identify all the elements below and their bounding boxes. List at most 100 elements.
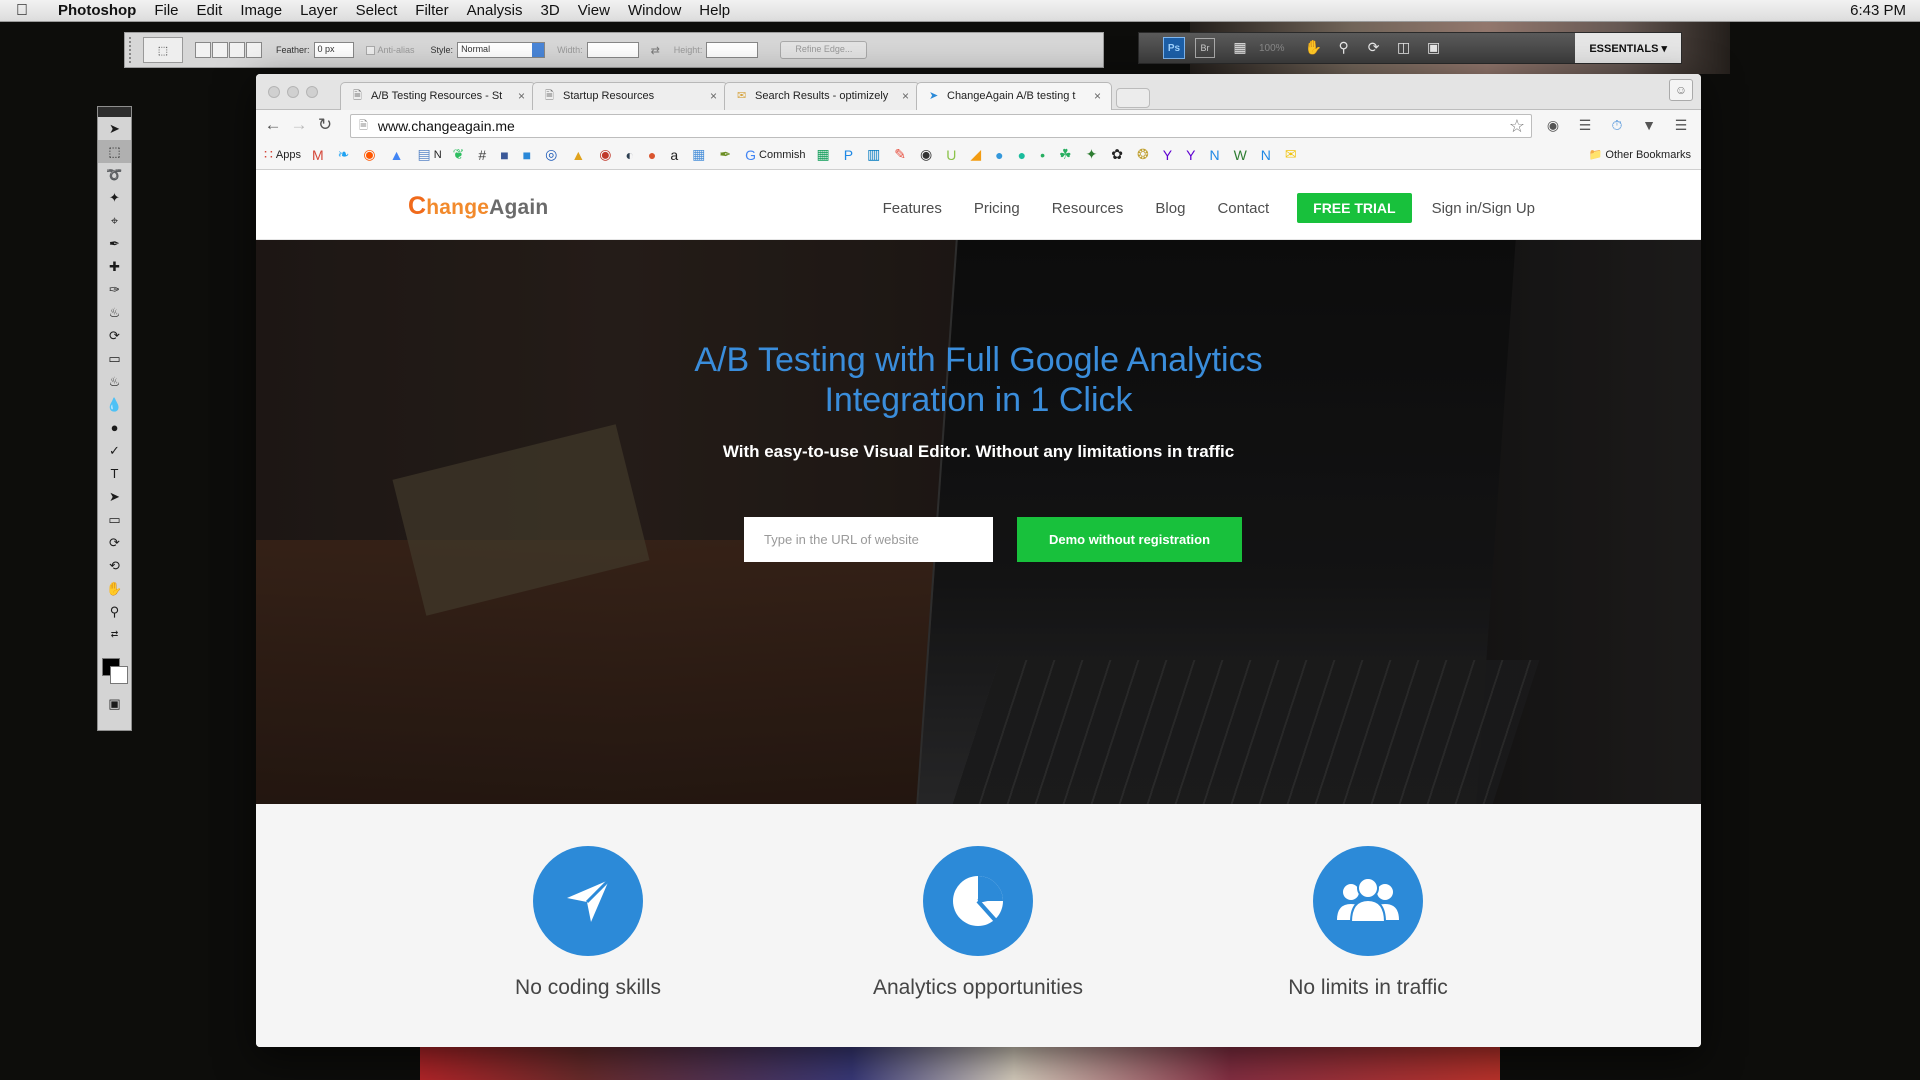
menu-analysis[interactable]: Analysis — [467, 2, 523, 19]
move-tool-icon[interactable]: ➤ — [98, 117, 131, 140]
menu-window[interactable]: Window — [628, 2, 681, 19]
dodge-tool-icon[interactable]: ● — [98, 416, 131, 439]
view-extras-icon[interactable]: ▦ — [1229, 39, 1251, 57]
paint-bucket-tool-icon[interactable]: ♨ — [98, 370, 131, 393]
demo-button[interactable]: Demo without registration — [1017, 517, 1242, 562]
profile-button[interactable]: ☺ — [1669, 79, 1693, 101]
menu-view[interactable]: View — [578, 2, 610, 19]
bookmark-item[interactable]: U — [946, 147, 959, 163]
menu-select[interactable]: Select — [356, 2, 398, 19]
bookmark-item[interactable]: Y — [1163, 147, 1175, 163]
hand-tool-icon[interactable]: ✋ — [98, 577, 131, 600]
crop-tool-icon[interactable]: ⌖ — [98, 209, 131, 232]
bookmark-item[interactable]: ◢ — [970, 146, 984, 163]
type-tool-icon[interactable]: T — [98, 462, 131, 485]
bookmark-item[interactable]: ▦ — [816, 146, 832, 163]
extension-pocket-icon[interactable]: ▼ — [1638, 114, 1660, 136]
clone-stamp-tool-icon[interactable]: ♨ — [98, 301, 131, 324]
close-window-button[interactable] — [268, 86, 280, 98]
subtract-selection-icon[interactable] — [229, 42, 245, 58]
swap-colors-icon[interactable]: ⇄ — [98, 623, 131, 646]
swap-dimensions-icon[interactable]: ⇄ — [651, 44, 660, 57]
extension-compass-icon[interactable]: ◉ — [1542, 114, 1564, 136]
lasso-tool-icon[interactable]: ➰ — [98, 163, 131, 186]
bookmark-item[interactable]: ❦ — [453, 146, 468, 163]
brush-tool-icon[interactable]: ✑ — [98, 278, 131, 301]
menu-file[interactable]: File — [154, 2, 178, 19]
photoshop-logo[interactable]: Ps — [1163, 37, 1185, 59]
arrange-documents-icon[interactable]: ◫ — [1393, 39, 1415, 57]
extension-buffer-icon[interactable]: ☰ — [1574, 114, 1596, 136]
bookmark-item[interactable]: ✿ — [1111, 146, 1126, 163]
path-selection-tool-icon[interactable]: ➤ — [98, 485, 131, 508]
bookmark-item[interactable]: ∷ Apps — [264, 146, 301, 163]
zoom-window-button[interactable] — [306, 86, 318, 98]
reload-icon[interactable]: ↻ — [312, 115, 338, 135]
bookmark-item[interactable]: N — [1261, 147, 1274, 163]
minimize-window-button[interactable] — [287, 86, 299, 98]
width-input[interactable] — [586, 42, 639, 58]
bookmark-item[interactable]: ◐ — [625, 147, 636, 163]
screen-mode-icon[interactable]: ▣ — [1423, 39, 1445, 57]
bookmark-item[interactable]: ❧ — [338, 146, 353, 163]
bookmark-item[interactable]: • — [1040, 147, 1048, 163]
bookmark-item[interactable]: ▥ — [867, 146, 883, 163]
nav-resources[interactable]: Resources — [1052, 200, 1124, 217]
bookmark-item[interactable]: ▲ — [390, 147, 407, 163]
bookmark-item[interactable]: ◉ — [363, 146, 378, 163]
apple-icon[interactable]:  — [16, 2, 36, 20]
hand-tool-icon[interactable]: ✋ — [1303, 39, 1325, 57]
bookmark-item[interactable]: ● — [648, 147, 659, 163]
nav-pricing[interactable]: Pricing — [974, 200, 1020, 217]
nav-contact[interactable]: Contact — [1217, 200, 1269, 217]
bridge-button[interactable]: Br — [1195, 38, 1215, 58]
close-tab-icon[interactable]: × — [1094, 90, 1101, 102]
antialias-checkbox[interactable] — [365, 45, 375, 55]
menubar-clock[interactable]: 6:43 PM — [1850, 2, 1906, 19]
marquee-tool-icon[interactable]: ⬚ — [98, 140, 131, 163]
nav-features[interactable]: Features — [883, 200, 942, 217]
chrome-menu-icon[interactable]: ☰ — [1670, 114, 1692, 136]
bookmark-item[interactable]: ✦ — [1086, 146, 1101, 163]
3d-orbit-tool-icon[interactable]: ⟲ — [98, 554, 131, 577]
bookmark-item[interactable]: a — [670, 147, 681, 163]
menu-filter[interactable]: Filter — [415, 2, 448, 19]
bookmark-item[interactable]: ▤ N — [417, 146, 441, 163]
nav-blog[interactable]: Blog — [1155, 200, 1185, 217]
bookmark-item[interactable]: ▲ — [571, 147, 588, 163]
bookmark-item[interactable]: W — [1234, 147, 1250, 163]
3d-rotate-tool-icon[interactable]: ⟳ — [98, 531, 131, 554]
bookmark-star-icon[interactable]: ☆ — [1509, 116, 1525, 137]
bookmark-item[interactable]: G Commish — [745, 147, 805, 163]
menu-help[interactable]: Help — [699, 2, 730, 19]
zoom-level[interactable]: 100% — [1259, 43, 1285, 54]
new-selection-icon[interactable] — [195, 42, 211, 58]
signin-signup-link[interactable]: Sign in/Sign Up — [1432, 200, 1535, 217]
tool-preset-picker[interactable]: ⬚ — [143, 37, 183, 63]
close-tab-icon[interactable]: × — [902, 90, 909, 102]
page-info-icon[interactable]: 🗎 — [359, 117, 368, 136]
eraser-tool-icon[interactable]: ▭ — [98, 347, 131, 370]
shape-tool-icon[interactable]: ▭ — [98, 508, 131, 531]
bookmark-item[interactable]: ❂ — [1137, 146, 1152, 163]
options-grip[interactable] — [129, 37, 137, 63]
website-url-input[interactable] — [744, 517, 993, 562]
back-icon[interactable]: ← — [260, 115, 286, 135]
free-trial-button[interactable]: FREE TRIAL — [1297, 193, 1412, 223]
refine-edge-button[interactable]: Refine Edge... — [780, 41, 868, 59]
bookmark-item[interactable]: ● — [1018, 147, 1029, 163]
blur-tool-icon[interactable]: 💧 — [98, 393, 131, 416]
healing-brush-tool-icon[interactable]: ✚ — [98, 255, 131, 278]
menu-image[interactable]: Image — [240, 2, 282, 19]
bookmark-item[interactable]: Y — [1186, 147, 1198, 163]
tab-startup-resources[interactable]: 🗎 Startup Resources × — [532, 82, 728, 110]
bookmark-item[interactable]: P — [844, 147, 856, 163]
quick-mask-icon[interactable]: ▣ — [98, 692, 131, 715]
changeagain-logo[interactable]: ChangeAgain — [408, 192, 548, 221]
forward-icon[interactable]: → — [286, 115, 312, 135]
tab-search-results[interactable]: ✉ Search Results - optimizely × — [724, 82, 920, 110]
menu-3d[interactable]: 3D — [541, 2, 560, 19]
bookmark-item[interactable]: M — [312, 147, 327, 163]
style-select[interactable]: Normal — [457, 42, 546, 58]
magic-wand-tool-icon[interactable]: ✦ — [98, 186, 131, 209]
